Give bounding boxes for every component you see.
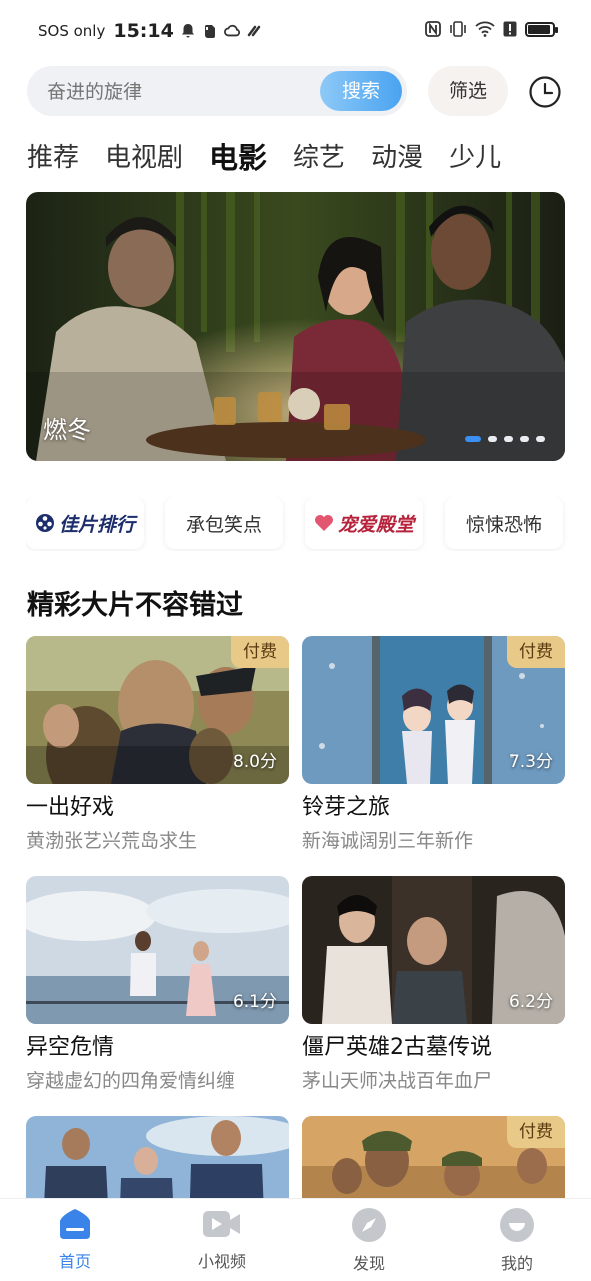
carousel-dot[interactable] [504, 436, 513, 442]
movie-card[interactable]: 6.1分 异空危情 穿越虚幻的四角爱情纠缠 [26, 876, 289, 1096]
movie-title: 异空危情 [26, 1035, 115, 1060]
search-bar[interactable]: 搜索 [27, 66, 407, 118]
shortcut-label: 宠爱殿堂 [337, 513, 414, 536]
nav-home[interactable]: 首页 [25, 1207, 125, 1272]
movie-card[interactable]: 6.2分 僵尸英雄2古墓传说 茅山天师决战百年血尸 [302, 876, 565, 1096]
section-title: 精彩大片不容错过 [27, 590, 243, 621]
carousel-dot[interactable] [520, 436, 529, 442]
nav-label: 小视频 [197, 1252, 246, 1271]
movie-poster: 付费 8.0分 [26, 636, 289, 784]
shortcut-horror[interactable]: 惊悚恐怖 [445, 497, 563, 549]
shortcut-label: 佳片排行 [58, 513, 135, 536]
nfc-icon [425, 21, 441, 37]
movie-title: 铃芽之旅 [302, 795, 391, 820]
movie-title: 僵尸英雄2古墓传说 [302, 1035, 492, 1060]
vibrate-icon [450, 21, 466, 37]
profile-icon [500, 1208, 534, 1242]
link-icon [247, 25, 261, 37]
pay-badge: 付费 [231, 636, 289, 668]
clock: 15:14 [113, 20, 174, 42]
nav-short-video[interactable]: 小视频 [172, 1207, 272, 1272]
movie-subtitle: 茅山天师决战百年血尸 [302, 1070, 493, 1092]
shortcut-row: 佳片排行 承包笑点 宠爱殿堂 惊悚恐怖 [26, 497, 591, 551]
home-icon [60, 1209, 90, 1239]
banner-title: 燃冬 [43, 416, 91, 444]
evernote-icon [204, 25, 215, 38]
tab-2[interactable]: 电影 [209, 138, 267, 178]
film-reel-icon [35, 514, 54, 532]
video-icon [203, 1211, 240, 1237]
carousel-dot[interactable] [465, 436, 481, 442]
history-clock-icon[interactable] [528, 75, 562, 109]
shortcut-comedy[interactable]: 承包笑点 [165, 497, 283, 549]
compass-icon [352, 1208, 386, 1242]
nav-label: 发现 [352, 1254, 385, 1273]
nav-profile[interactable]: 我的 [467, 1207, 567, 1274]
hero-banner[interactable]: 燃冬 [26, 192, 565, 461]
tab-1[interactable]: 电视剧 [105, 138, 183, 178]
movie-poster: 6.1分 [26, 876, 289, 1024]
movie-subtitle: 新海诚阔别三年新作 [302, 830, 474, 852]
category-tabs: 推荐 电视剧 电影 综艺 动漫 少儿 [27, 138, 527, 178]
status-bar: SOS only 15:14 [0, 0, 591, 64]
rating-score: 6.2分 [508, 992, 553, 1012]
pay-badge: 付费 [507, 1116, 565, 1148]
nav-discover[interactable]: 发现 [319, 1207, 419, 1274]
nav-label: 我的 [500, 1254, 533, 1273]
carousel-dot[interactable] [488, 436, 497, 442]
alert-icon [503, 21, 517, 37]
bottom-navigation: 首页 小视频 发现 我的 [0, 1198, 591, 1281]
movie-subtitle: 穿越虚幻的四角爱情纠缠 [26, 1070, 236, 1092]
tab-5[interactable]: 少儿 [449, 138, 501, 178]
tab-0[interactable]: 推荐 [27, 138, 79, 178]
carousel-indicator [465, 436, 545, 442]
movie-subtitle: 黄渤张艺兴荒岛求生 [26, 830, 198, 852]
shortcut-pet-favorites[interactable]: 宠爱殿堂 [305, 497, 423, 549]
rating-score: 7.3分 [508, 752, 553, 772]
movie-card[interactable]: 付费 7.3分 铃芽之旅 新海诚阔别三年新作 [302, 636, 565, 856]
shortcut-top-rated[interactable]: 佳片排行 [26, 497, 144, 549]
movie-title: 一出好戏 [26, 795, 115, 820]
movie-poster: 6.2分 [302, 876, 565, 1024]
tab-4[interactable]: 动漫 [371, 138, 423, 178]
heart-icon [314, 515, 333, 531]
carrier-text: SOS only [38, 22, 106, 40]
wifi-icon [475, 21, 495, 37]
filter-button[interactable]: 筛选 [428, 66, 508, 116]
pay-badge: 付费 [507, 636, 565, 668]
search-input[interactable] [45, 66, 309, 118]
carousel-dot[interactable] [536, 436, 545, 442]
movie-card[interactable]: 付费 8.0分 一出好戏 黄渤张艺兴荒岛求生 [26, 636, 289, 856]
bell-icon [181, 24, 194, 38]
search-button[interactable]: 搜索 [320, 71, 402, 111]
rating-score: 6.1分 [232, 992, 277, 1012]
rating-score: 8.0分 [232, 752, 277, 772]
nav-label: 首页 [58, 1252, 91, 1271]
shortcut-label: 惊悚恐怖 [465, 513, 542, 536]
movie-poster: 付费 7.3分 [302, 636, 565, 784]
tab-3[interactable]: 综艺 [293, 138, 345, 178]
shortcut-label: 承包笑点 [185, 513, 262, 536]
cloud-icon [223, 24, 240, 37]
battery-icon [525, 21, 558, 37]
banner-image [26, 192, 565, 461]
